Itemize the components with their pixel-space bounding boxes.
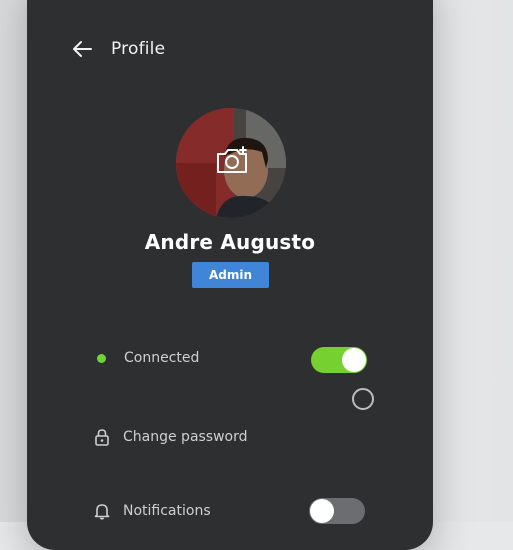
avatar[interactable]	[176, 108, 286, 218]
header: Profile	[71, 38, 165, 60]
lock-icon	[93, 428, 111, 446]
camera-plus-icon[interactable]	[215, 145, 249, 175]
bell-icon	[93, 502, 111, 520]
connected-toggle[interactable]	[311, 347, 367, 373]
arrow-left-icon[interactable]	[71, 38, 93, 60]
status-dot-icon	[97, 353, 106, 363]
user-name: Andre Augusto	[144, 230, 316, 254]
notifications-label: Notifications	[123, 503, 211, 519]
change-password-label: Change password	[123, 429, 248, 445]
connected-label: Connected	[124, 350, 200, 366]
page-title: Profile	[111, 39, 166, 59]
profile-panel: Profile Andre Augusto Admin Connected Ch…	[27, 0, 433, 550]
notifications-row: Notifications	[93, 502, 211, 520]
change-password-row[interactable]: Change password	[93, 428, 248, 446]
notifications-toggle[interactable]	[309, 498, 365, 524]
connected-row: Connected	[97, 350, 199, 366]
toggle-knob	[342, 348, 366, 372]
role-badge: Admin	[192, 262, 269, 288]
radio-button[interactable]	[352, 388, 374, 410]
toggle-knob	[310, 499, 334, 523]
